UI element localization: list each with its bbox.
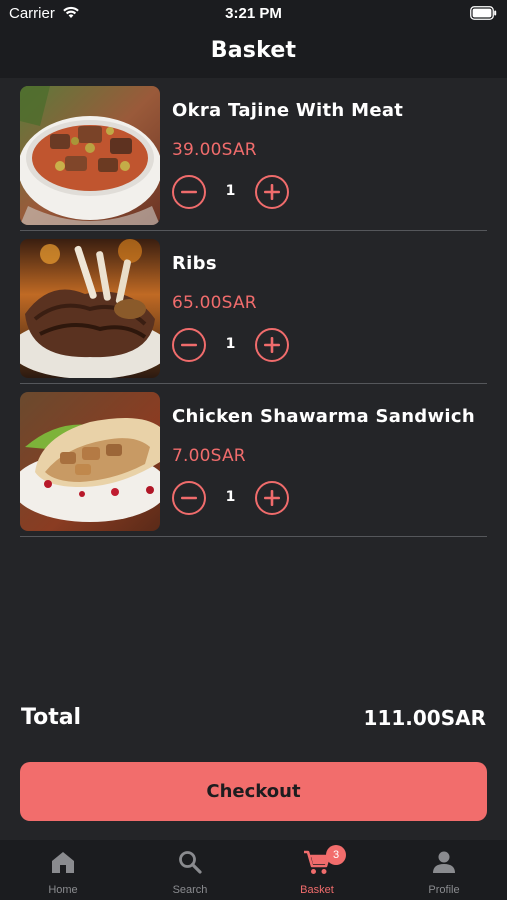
total-value: 111.00SAR bbox=[363, 706, 486, 730]
tab-home[interactable]: Home bbox=[0, 840, 126, 900]
profile-icon bbox=[432, 850, 456, 878]
item-price: 65.00SAR bbox=[172, 293, 257, 313]
quantity-stepper: 1 bbox=[172, 328, 290, 362]
basket-item: Ribs 65.00SAR 1 bbox=[20, 231, 487, 384]
minus-icon bbox=[181, 343, 197, 347]
battery-icon bbox=[470, 6, 497, 25]
basket-item: Okra Tajine With Meat 39.00SAR 1 bbox=[20, 78, 487, 231]
item-price: 7.00SAR bbox=[172, 446, 246, 466]
page-title: Basket bbox=[210, 38, 297, 63]
total-label: Total bbox=[21, 705, 82, 730]
basket-list: Okra Tajine With Meat 39.00SAR 1 Ribs 65… bbox=[20, 78, 487, 537]
minus-icon bbox=[181, 190, 197, 194]
plus-icon bbox=[264, 337, 280, 353]
quantity-stepper: 1 bbox=[172, 175, 290, 209]
quantity-value: 1 bbox=[225, 336, 236, 352]
item-name: Okra Tajine With Meat bbox=[172, 100, 404, 121]
item-price: 39.00SAR bbox=[172, 140, 257, 160]
item-name: Ribs bbox=[172, 253, 217, 274]
tab-home-label: Home bbox=[48, 884, 78, 896]
increase-quantity-button[interactable] bbox=[255, 175, 289, 209]
decrease-quantity-button[interactable] bbox=[172, 175, 206, 209]
plus-icon bbox=[264, 184, 280, 200]
item-name: Chicken Shawarma Sandwich bbox=[172, 406, 475, 427]
minus-icon bbox=[181, 496, 197, 500]
checkout-button[interactable]: Checkout bbox=[20, 762, 487, 821]
tab-profile-label: Profile bbox=[428, 884, 460, 896]
status-time: 3:21 PM bbox=[225, 5, 282, 22]
basket-item: Chicken Shawarma Sandwich 7.00SAR 1 bbox=[20, 384, 487, 537]
tab-search[interactable]: Search bbox=[127, 840, 253, 900]
home-icon bbox=[50, 850, 76, 878]
tab-bar: Home Search 3 Basket Profile bbox=[0, 840, 507, 900]
shawarma-sandwich-photo bbox=[20, 392, 160, 531]
checkout-label: Checkout bbox=[206, 781, 301, 802]
search-icon bbox=[178, 850, 202, 878]
top-bar: Carrier 3:21 PM Basket bbox=[0, 0, 507, 78]
quantity-stepper: 1 bbox=[172, 481, 290, 515]
tab-basket-label: Basket bbox=[300, 884, 334, 896]
status-bar: Carrier 3:21 PM bbox=[0, 0, 507, 28]
increase-quantity-button[interactable] bbox=[255, 328, 289, 362]
increase-quantity-button[interactable] bbox=[255, 481, 289, 515]
quantity-value: 1 bbox=[225, 489, 236, 505]
quantity-value: 1 bbox=[225, 183, 236, 199]
decrease-quantity-button[interactable] bbox=[172, 481, 206, 515]
tab-basket[interactable]: 3 Basket bbox=[254, 840, 380, 900]
cart-count-badge: 3 bbox=[326, 845, 346, 865]
grilled-ribs-photo bbox=[20, 239, 160, 378]
tab-profile[interactable]: Profile bbox=[381, 840, 507, 900]
plus-icon bbox=[264, 490, 280, 506]
tab-search-label: Search bbox=[172, 884, 208, 896]
okra-tajine-photo bbox=[20, 86, 160, 225]
decrease-quantity-button[interactable] bbox=[172, 328, 206, 362]
